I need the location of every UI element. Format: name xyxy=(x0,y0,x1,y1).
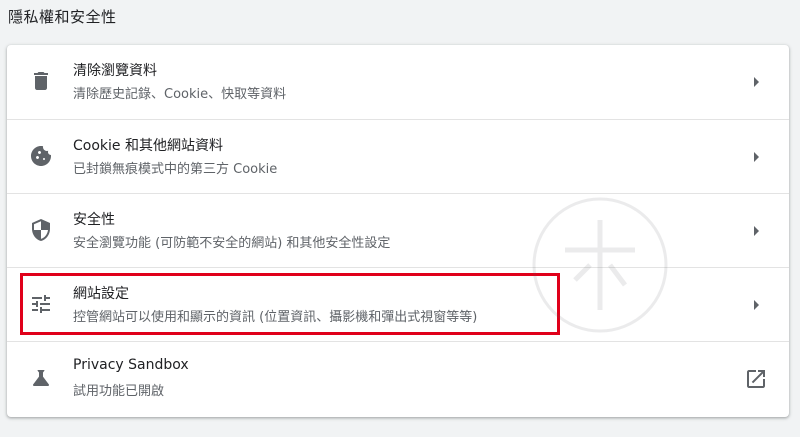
row-subtitle: 已封鎖無痕模式中的第三方 Cookie xyxy=(73,162,278,177)
external-link-icon[interactable] xyxy=(744,367,768,391)
row-title: 清除瀏覽資料 xyxy=(73,63,157,79)
trash-icon xyxy=(29,69,53,93)
site-settings-row[interactable]: 網站設定 控管網站可以使用和顯示的資訊 (位置資訊、攝影機和彈出式視窗等等) xyxy=(7,267,789,341)
row-title: 網站設定 xyxy=(73,286,129,302)
chevron-right-icon[interactable] xyxy=(744,145,768,169)
section-title: 隱私權和安全性 xyxy=(8,8,117,26)
row-title: 安全性 xyxy=(73,212,115,228)
flask-icon xyxy=(29,366,53,390)
clear-browsing-data-row[interactable]: 清除瀏覽資料 清除歷史記錄、Cookie、快取等資料 xyxy=(7,45,789,119)
settings-page: 隱私權和安全性 清除瀏覽資料 清除歷史記錄、Cookie、快取等資料 Cooki… xyxy=(0,0,800,437)
row-title: Privacy Sandbox xyxy=(73,357,189,373)
row-title: Cookie 和其他網站資料 xyxy=(73,138,223,154)
privacy-security-card: 清除瀏覽資料 清除歷史記錄、Cookie、快取等資料 Cookie 和其他網站資… xyxy=(7,45,789,417)
chevron-right-icon[interactable] xyxy=(744,70,768,94)
cookies-row[interactable]: Cookie 和其他網站資料 已封鎖無痕模式中的第三方 Cookie xyxy=(7,119,789,193)
chevron-right-icon[interactable] xyxy=(744,219,768,243)
cookie-icon xyxy=(29,144,53,168)
shield-icon xyxy=(29,218,53,242)
row-subtitle: 清除歷史記錄、Cookie、快取等資料 xyxy=(73,87,287,102)
row-subtitle: 試用功能已開啟 xyxy=(73,384,165,399)
chevron-right-icon[interactable] xyxy=(744,293,768,317)
privacy-sandbox-row[interactable]: Privacy Sandbox 試用功能已開啟 xyxy=(7,341,789,417)
row-subtitle: 控管網站可以使用和顯示的資訊 (位置資訊、攝影機和彈出式視窗等等) xyxy=(73,310,478,325)
sliders-icon xyxy=(29,292,53,316)
row-subtitle: 安全瀏覽功能 (可防範不安全的網站) 和其他安全性設定 xyxy=(73,236,391,251)
security-row[interactable]: 安全性 安全瀏覽功能 (可防範不安全的網站) 和其他安全性設定 xyxy=(7,193,789,267)
